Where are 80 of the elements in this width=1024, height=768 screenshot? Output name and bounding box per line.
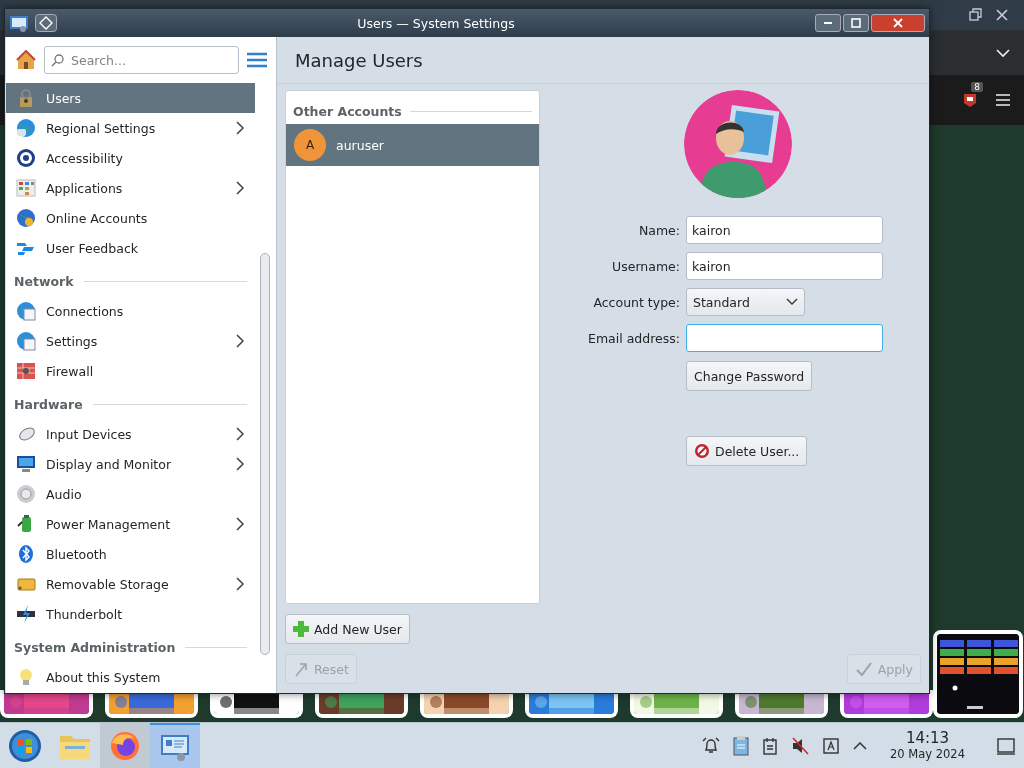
sidebar-item[interactable]: Power Management bbox=[6, 509, 255, 539]
page-title: Manage Users bbox=[277, 37, 929, 84]
home-icon[interactable] bbox=[16, 50, 36, 70]
globe-icon bbox=[16, 118, 36, 138]
sidebar-item[interactable]: Users bbox=[6, 83, 255, 113]
field-label: Account type: bbox=[592, 294, 680, 310]
muted-speaker-icon[interactable] bbox=[791, 736, 809, 755]
checkmark-icon bbox=[854, 661, 873, 677]
restore-icon[interactable] bbox=[968, 8, 982, 22]
sidebar-item[interactable]: Input Devices bbox=[6, 419, 255, 449]
sidebar-item[interactable]: Accessibility bbox=[6, 143, 255, 173]
show-desktop-icon[interactable] bbox=[996, 736, 1016, 755]
sidebar-item[interactable]: Bluetooth bbox=[6, 539, 255, 569]
globe-icon bbox=[16, 208, 36, 228]
plus-icon bbox=[293, 621, 309, 637]
settings-app-icon[interactable] bbox=[9, 14, 29, 32]
globe-icon bbox=[16, 301, 36, 321]
extension-icon[interactable] bbox=[962, 92, 978, 108]
accessibility-icon bbox=[16, 148, 36, 168]
globe-icon bbox=[16, 331, 36, 351]
close-icon[interactable] bbox=[996, 9, 1008, 21]
keyboard-layout-icon[interactable] bbox=[822, 736, 840, 755]
window-title: Users — System Settings bbox=[356, 15, 516, 31]
pin-icon[interactable] bbox=[35, 14, 57, 32]
sidebar-item[interactable]: Settings bbox=[6, 326, 255, 356]
speaker-icon bbox=[16, 484, 36, 504]
notification-badge: 8 bbox=[971, 82, 983, 92]
sidebar-item[interactable]: Regional Settings bbox=[6, 113, 255, 143]
maximize-icon bbox=[850, 18, 862, 28]
section-header: Hardware bbox=[14, 397, 83, 412]
forbidden-icon bbox=[694, 443, 710, 459]
start-icon[interactable] bbox=[8, 728, 42, 763]
search-icon bbox=[51, 53, 65, 67]
close-icon bbox=[892, 18, 904, 28]
search-field[interactable]: Search... bbox=[44, 46, 239, 74]
field-label: Name: bbox=[637, 222, 680, 238]
brick-wall-icon bbox=[16, 361, 36, 381]
arrow-icon bbox=[293, 661, 309, 677]
clock-date[interactable]: 20 May 2024 bbox=[890, 747, 965, 761]
chevron-down-icon[interactable] bbox=[996, 47, 1010, 58]
user-avatar: A bbox=[294, 129, 326, 161]
delete-user-button[interactable]: Delete User... bbox=[686, 436, 808, 466]
minimize-icon bbox=[824, 22, 832, 24]
alarm-bell-icon[interactable] bbox=[702, 736, 720, 755]
section-header: Network bbox=[14, 274, 74, 289]
sidebar-item[interactable]: About this System bbox=[6, 662, 255, 692]
sidebar-item[interactable]: Display and Monitor bbox=[6, 449, 255, 479]
sidebar-item[interactable]: Removable Storage bbox=[6, 569, 255, 599]
minimize-button[interactable] bbox=[815, 14, 841, 32]
text-field[interactable] bbox=[686, 324, 883, 352]
account-type-dropdown[interactable]: Standard bbox=[686, 288, 805, 316]
clock-time[interactable]: 14:13 bbox=[905, 730, 950, 747]
field-label: Username: bbox=[611, 258, 680, 274]
firefox-icon[interactable] bbox=[110, 730, 140, 761]
section-header: System Administration bbox=[14, 640, 176, 655]
chevron-up-icon[interactable] bbox=[853, 740, 867, 751]
scrollbar-thumb[interactable] bbox=[260, 253, 270, 655]
bluetooth-icon bbox=[16, 544, 36, 564]
sidebar-item[interactable]: Applications bbox=[6, 173, 255, 203]
user-item[interactable]: A auruser bbox=[286, 124, 539, 166]
notes-icon[interactable] bbox=[762, 736, 778, 755]
menu-icon[interactable] bbox=[247, 52, 267, 68]
sidebar-item[interactable]: Online Accounts bbox=[6, 203, 255, 233]
section-header: Other Accounts bbox=[293, 104, 402, 119]
text-field[interactable]: kairon bbox=[686, 216, 883, 244]
monitor-icon bbox=[16, 454, 36, 474]
sidebar-item[interactable]: Thunderbolt bbox=[6, 599, 255, 629]
sidebar-item[interactable]: Firewall bbox=[6, 356, 255, 386]
chevron-down-icon bbox=[786, 298, 798, 306]
grid-icon bbox=[16, 178, 36, 198]
text-field[interactable]: kairon bbox=[686, 252, 883, 280]
change-password-button[interactable]: Change Password bbox=[686, 361, 813, 391]
clipboard-icon[interactable] bbox=[733, 735, 749, 756]
maximize-button[interactable] bbox=[843, 14, 869, 32]
add-user-button[interactable]: Add New User bbox=[285, 614, 410, 644]
sidebar-item[interactable]: Audio bbox=[6, 479, 255, 509]
field-label: Email address: bbox=[587, 330, 680, 346]
sidebar-item[interactable]: Connections bbox=[6, 296, 255, 326]
sidebar-item[interactable]: User Feedback bbox=[6, 233, 255, 263]
close-button[interactable] bbox=[871, 14, 925, 32]
